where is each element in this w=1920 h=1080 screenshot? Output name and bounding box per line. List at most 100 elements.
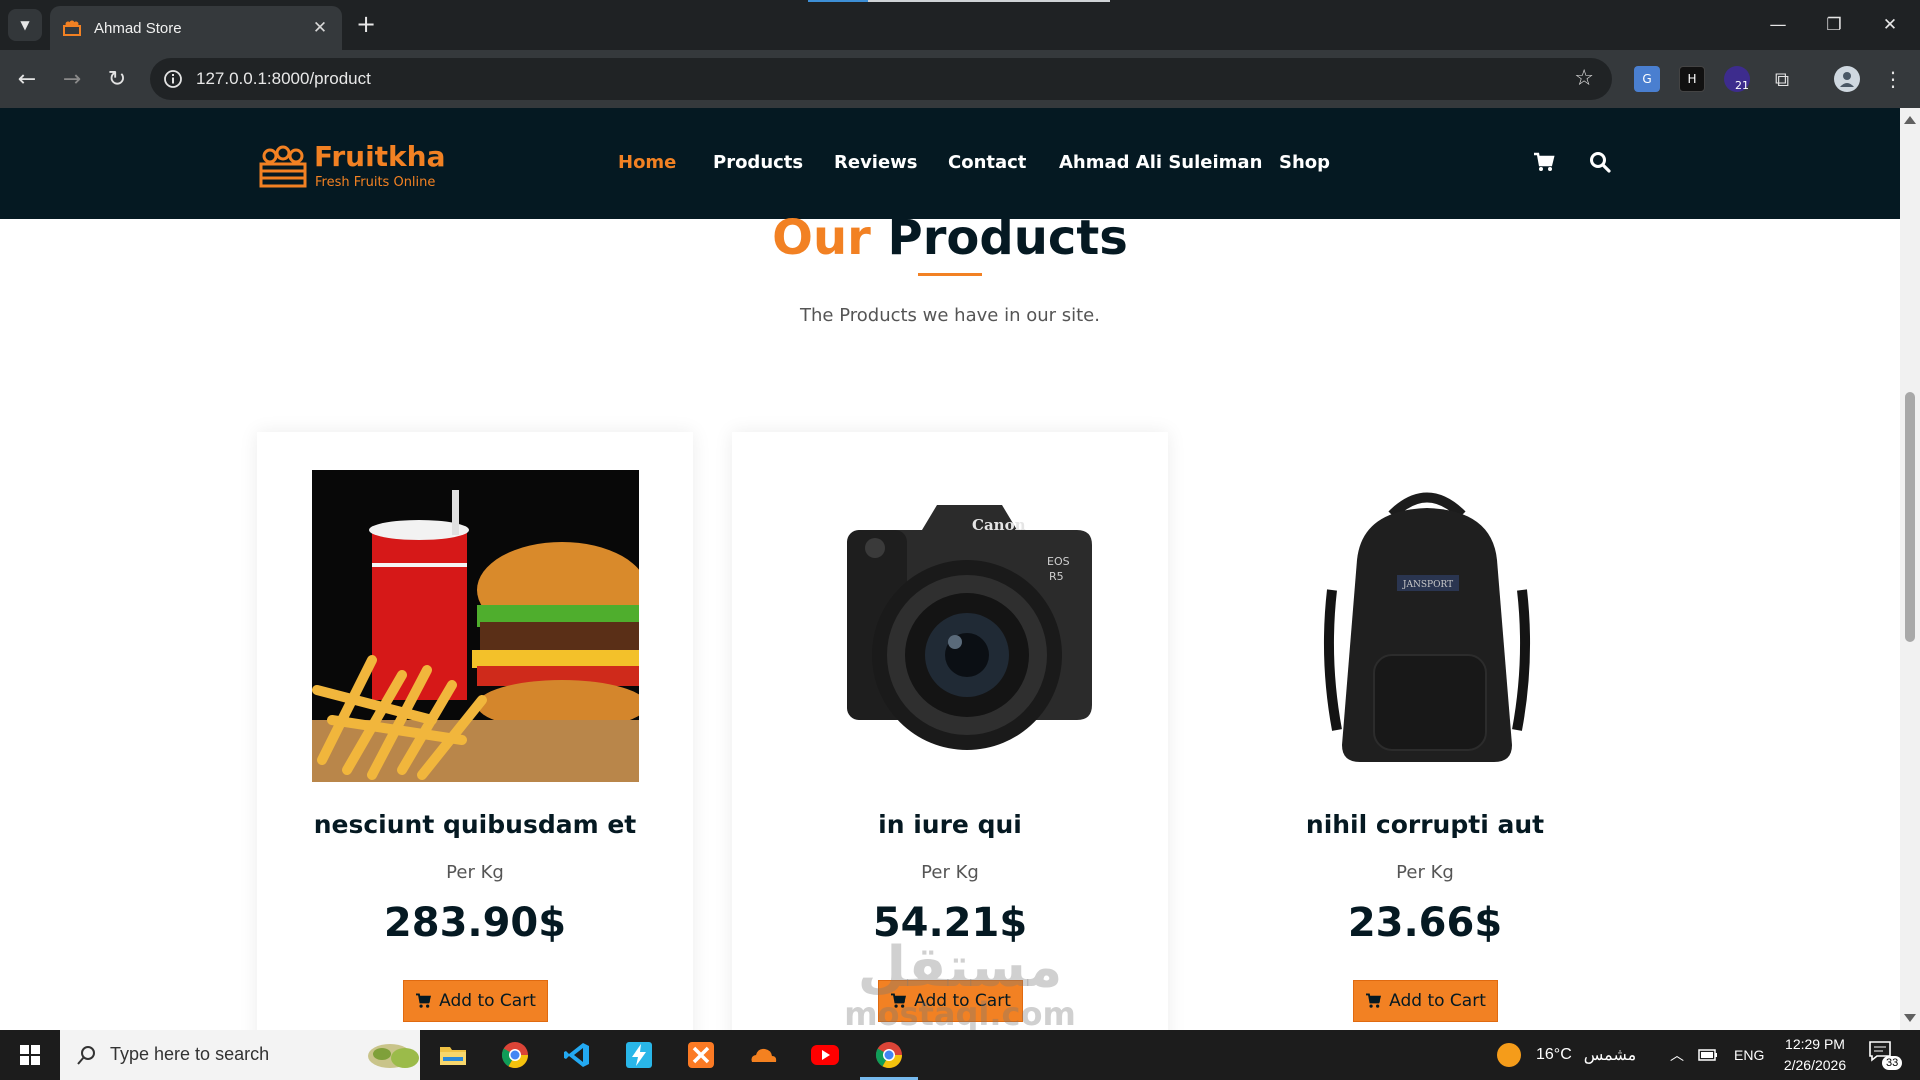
title-underline — [918, 273, 982, 276]
product-unit: Per Kg — [446, 862, 504, 883]
tab-search-button[interactable]: ▼ — [8, 9, 42, 41]
address-bar[interactable]: 127.0.0.1:8000/product ☆ — [150, 58, 1612, 100]
bookmark-star-icon[interactable]: ☆ — [1574, 66, 1594, 91]
reload-icon[interactable]: ↻ — [102, 64, 132, 94]
extension-badge-count: 21 — [1735, 78, 1749, 92]
cart-icon — [1366, 993, 1382, 1008]
file-explorer-icon[interactable] — [436, 1038, 470, 1072]
page-scrollbar[interactable] — [1900, 108, 1920, 1030]
tab-close-icon[interactable]: ✕ — [310, 18, 330, 38]
windows-start-icon[interactable] — [10, 1040, 50, 1070]
tab-title: Ahmad Store — [94, 19, 182, 37]
section-title-highlight: Our — [772, 210, 871, 266]
burger-fries-soda-image — [312, 470, 639, 782]
minimize-button[interactable]: — — [1750, 0, 1806, 50]
vscode-icon[interactable] — [560, 1038, 594, 1072]
black-backpack-image: JANSPORT — [1262, 470, 1589, 782]
show-hidden-icons-chevron-icon[interactable]: ︿ — [1670, 1030, 1684, 1080]
close-window-button[interactable]: ✕ — [1862, 0, 1918, 50]
logo-brand: Fruitkha — [314, 140, 446, 173]
restore-button[interactable]: ❐ — [1806, 0, 1862, 50]
browser-toolbar: ← → ↻ 127.0.0.1:8000/product ☆ G H 21 ⧉ … — [0, 50, 1920, 108]
back-arrow-icon[interactable]: ← — [12, 64, 42, 94]
shopping-cart-icon[interactable] — [1532, 150, 1556, 174]
canon-camera-image: Canon EOS R5 — [787, 470, 1114, 782]
search-icon[interactable] — [1588, 150, 1612, 174]
system-clock[interactable]: 12:29 PM 2/26/2026 — [1760, 1034, 1870, 1076]
weather-widget[interactable]: 16°C مشمس — [1496, 1030, 1636, 1080]
basket-favicon-icon — [63, 20, 81, 36]
browser-menu-icon[interactable]: ⋮ — [1880, 66, 1906, 92]
nav-contact[interactable]: Contact — [948, 152, 1026, 173]
taskbar-search-placeholder: Type here to search — [110, 1044, 270, 1064]
xampp-icon[interactable] — [684, 1038, 718, 1072]
google-translate-icon[interactable]: G — [1634, 66, 1660, 92]
nav-shop[interactable]: Shop — [1279, 152, 1330, 173]
watermark-arabic: مستقل — [857, 935, 1063, 1000]
person-icon — [1840, 72, 1854, 87]
url-text: 127.0.0.1:8000/product — [196, 69, 371, 88]
watermark: مستقل mostaql.com — [820, 935, 1100, 1033]
svg-text:Canon: Canon — [972, 516, 1026, 534]
clock-time: 12:29 PM — [1785, 1036, 1845, 1052]
product-card: JANSPORT nihil corrupti aut Per Kg 23.66… — [1207, 432, 1643, 1072]
chrome-icon[interactable] — [498, 1038, 532, 1072]
product-name[interactable]: nihil corrupti aut — [1207, 810, 1643, 839]
extensions-puzzle-icon[interactable]: ⧉ — [1769, 66, 1795, 92]
loading-indicator — [808, 0, 1110, 2]
extension-badge-icon[interactable]: 21 — [1724, 66, 1750, 92]
site-info-icon[interactable] — [162, 68, 184, 90]
nav-products[interactable]: Products — [713, 152, 803, 173]
browser-tab-bar: ▼ Ahmad Store ✕ + — ❐ ✕ — [0, 0, 1920, 50]
add-to-cart-button[interactable]: Add to Cart — [1353, 980, 1498, 1022]
watermark-domain: mostaql.com — [844, 995, 1076, 1033]
section-subtitle: The Products we have in our site. — [800, 305, 1100, 326]
nav-reviews[interactable]: Reviews — [834, 152, 918, 173]
notification-count: 33 — [1882, 1056, 1903, 1070]
taskbar-search-box[interactable]: Type here to search — [60, 1030, 420, 1080]
windows-taskbar: Type here to search 16°C مشمس ︿ ENG 12:2… — [0, 1030, 1920, 1080]
product-price: 23.66$ — [1347, 900, 1503, 946]
lightning-app-icon[interactable] — [622, 1038, 656, 1072]
site-header: Fruitkha Fresh Fruits Online Home Produc… — [0, 108, 1900, 219]
weather-condition: مشمس — [1583, 1047, 1637, 1064]
svg-text:EOS: EOS — [1047, 555, 1070, 568]
add-to-cart-button[interactable]: Add to Cart — [403, 980, 548, 1022]
youtube-icon[interactable] — [808, 1038, 842, 1072]
search-icon — [77, 1046, 95, 1065]
product-unit: Per Kg — [1396, 862, 1454, 883]
pistachio-decor-icon — [368, 1044, 419, 1068]
section-title-rest: Products — [887, 210, 1128, 266]
new-tab-button[interactable]: + — [352, 10, 380, 38]
svg-text:R5: R5 — [1049, 570, 1064, 583]
battery-icon[interactable] — [1698, 1047, 1718, 1063]
scroll-up-arrow-icon[interactable] — [1904, 116, 1916, 124]
weather-temperature: 16°C — [1536, 1046, 1572, 1063]
scroll-down-arrow-icon[interactable] — [1904, 1014, 1916, 1022]
site-logo[interactable]: Fruitkha Fresh Fruits Online — [258, 140, 458, 192]
cloudflare-icon[interactable] — [746, 1038, 780, 1072]
product-name[interactable]: in iure qui — [732, 810, 1168, 839]
product-price: 283.90$ — [383, 900, 567, 946]
product-unit: Per Kg — [921, 862, 979, 883]
forward-arrow-icon[interactable]: → — [57, 64, 87, 94]
nav-user-name[interactable]: Ahmad Ali Suleiman — [1059, 152, 1262, 173]
logo-tagline: Fresh Fruits Online — [315, 175, 436, 190]
scrollbar-thumb[interactable] — [1905, 392, 1915, 642]
cart-icon — [416, 993, 432, 1008]
add-to-cart-label: Add to Cart — [439, 991, 536, 1011]
product-name[interactable]: nesciunt quibusdam et — [257, 810, 693, 839]
chrome-active-icon[interactable] — [860, 1038, 918, 1080]
add-to-cart-label: Add to Cart — [1389, 991, 1486, 1011]
notification-center-icon[interactable]: 33 — [1868, 1040, 1908, 1072]
profile-avatar[interactable] — [1834, 66, 1860, 92]
svg-text:JANSPORT: JANSPORT — [1402, 580, 1453, 590]
fruit-basket-logo-icon — [259, 145, 307, 188]
section-title: Our Products — [0, 210, 1900, 266]
sun-icon — [1497, 1043, 1521, 1067]
product-card: nesciunt quibusdam et Per Kg 283.90$ Add… — [257, 432, 693, 1072]
nav-home[interactable]: Home — [618, 152, 676, 173]
browser-tab[interactable]: Ahmad Store ✕ — [50, 6, 342, 50]
extension-h-icon[interactable]: H — [1679, 66, 1705, 92]
clock-date: 2/26/2026 — [1783, 1057, 1847, 1073]
